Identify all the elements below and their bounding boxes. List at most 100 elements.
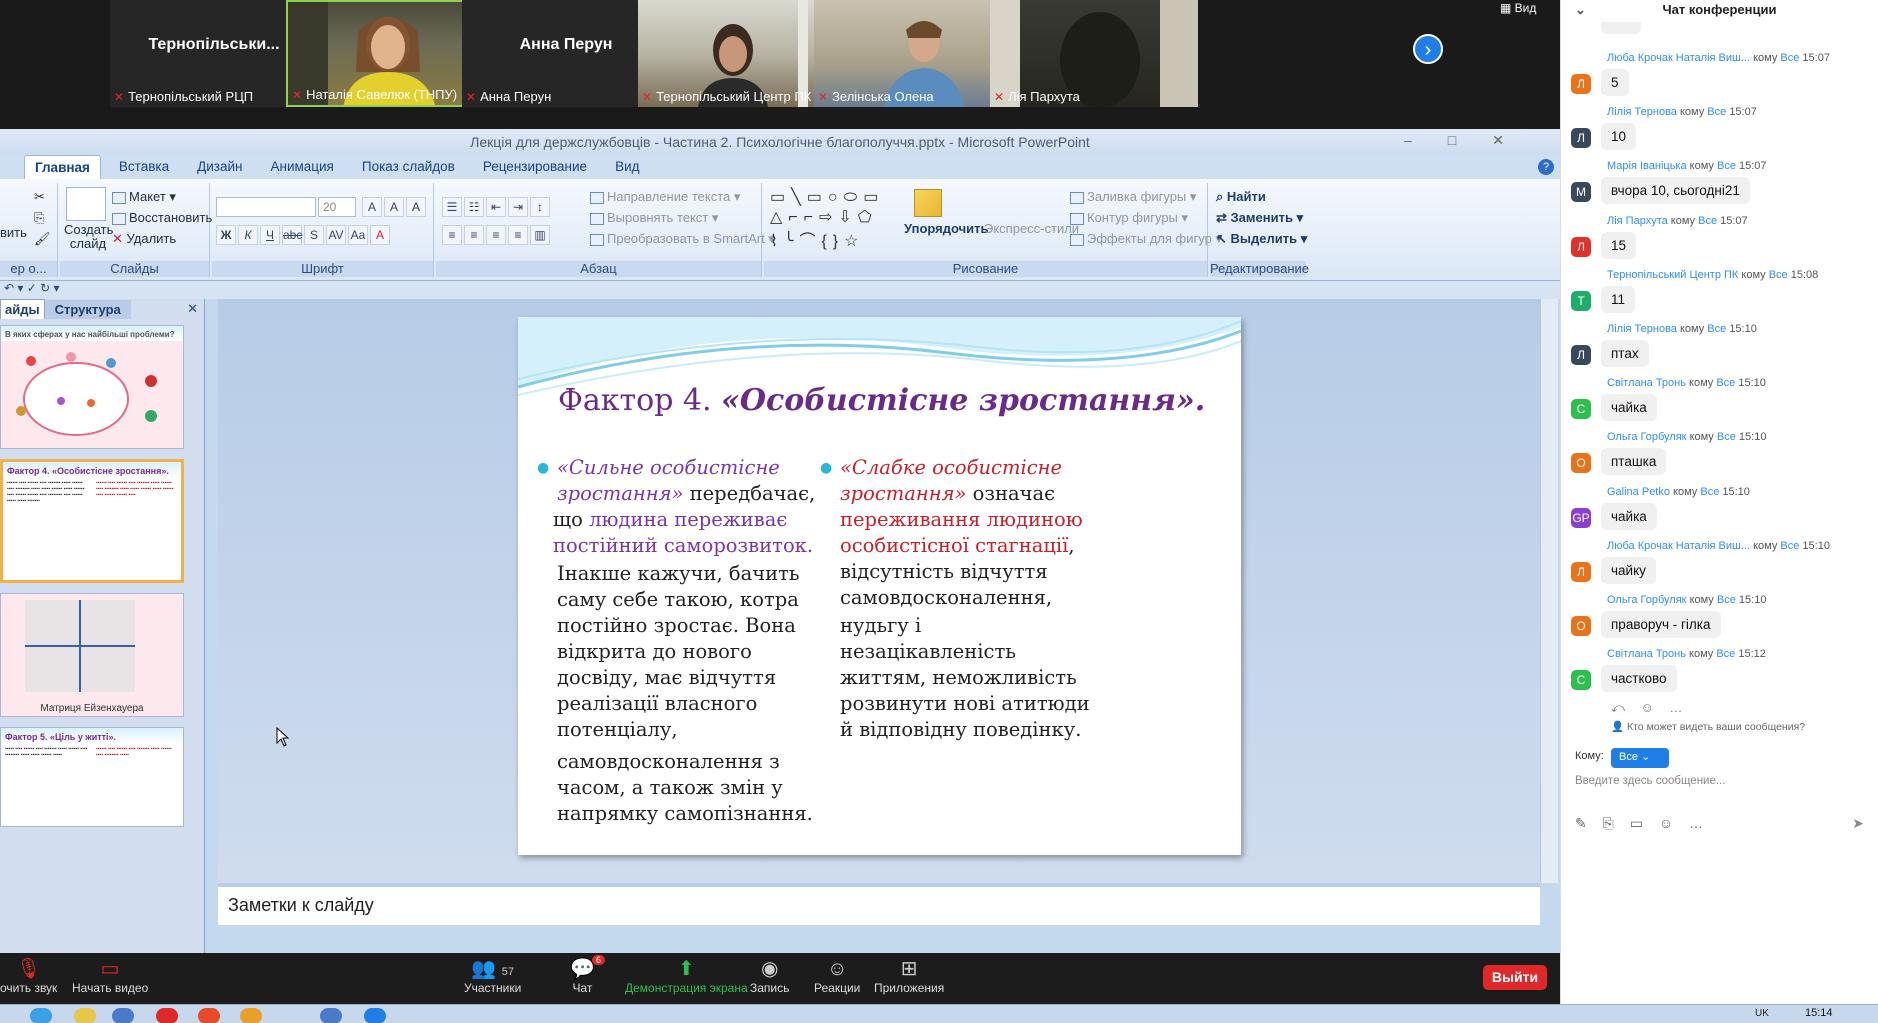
sender-name[interactable]: Ольга Горбуляк xyxy=(1607,431,1687,443)
vertical-scrollbar[interactable] xyxy=(1540,299,1558,883)
zoom-icon[interactable] xyxy=(364,1008,386,1023)
chat-input[interactable]: Введите здесь сообщение... xyxy=(1575,775,1725,787)
notes-pane[interactable]: Заметки к слайду xyxy=(218,883,1540,925)
shape-fill-button[interactable]: Заливка фигуры ▾ xyxy=(1070,189,1196,205)
share-screen-button[interactable]: ⬆ Демонстрация экрана xyxy=(625,957,748,995)
language-indicator[interactable]: UK xyxy=(1755,1008,1769,1019)
sender-name[interactable]: Ольга Горбуляк xyxy=(1607,594,1687,606)
record-button[interactable]: ◉ Запись xyxy=(750,957,789,995)
copy-icon[interactable]: ⎘ xyxy=(34,210,44,226)
recipient-select[interactable]: Все ⌄ xyxy=(1611,748,1669,768)
new-slide-icon[interactable] xyxy=(66,187,106,221)
right-b-highlight: переживання людиною особистісної стагнац… xyxy=(840,508,1083,557)
participants-button[interactable]: 👥 57 Участники xyxy=(464,957,521,995)
start-video-button[interactable]: ▭ Начать видео xyxy=(72,957,148,995)
slide-thumbnail[interactable]: Фактор 5. «Ціль у житті». ▪▪▪▪▪ ▪▪▪▪ ▪▪▪… xyxy=(0,727,184,827)
sender-name[interactable]: Люба Крочак Наталія Виш... xyxy=(1607,540,1750,552)
tab-slides[interactable]: айды xyxy=(0,299,45,319)
paste-label[interactable]: вить xyxy=(0,225,27,240)
find-button[interactable]: ⌕ Найти xyxy=(1216,189,1266,205)
sender-name[interactable]: Тернопільський Центр ПК xyxy=(1607,269,1738,281)
sender-name[interactable]: Galina Petko xyxy=(1607,486,1670,498)
list-buttons[interactable]: ☰ ☷ ⇤ ⇥ ↕ xyxy=(442,197,550,217)
chevron-down-icon[interactable]: ⌄ xyxy=(1575,0,1586,20)
tab-home[interactable]: Главная xyxy=(24,155,101,179)
slide-editor[interactable]: Фактор 4. «Особистісне зростання». ● «Си… xyxy=(218,299,1542,883)
sender-name[interactable]: Світлана Тронь xyxy=(1607,648,1686,660)
tab-design[interactable]: Дизайн xyxy=(187,155,252,179)
send-icon[interactable]: ➤ xyxy=(1852,815,1864,832)
font-size-input[interactable]: 20 xyxy=(318,197,356,217)
slide[interactable]: Фактор 4. «Особистісне зростання». ● «Си… xyxy=(518,317,1241,855)
window-controls[interactable]: –□✕ xyxy=(1404,132,1540,149)
arrange-icon[interactable] xyxy=(914,189,942,217)
start-icon[interactable] xyxy=(30,1008,52,1023)
tab-animation[interactable]: Анимация xyxy=(260,155,343,179)
new-slide-button[interactable]: Создать слайд xyxy=(64,223,113,251)
sender-name[interactable]: Лілія Тернова xyxy=(1607,106,1677,118)
tab-view[interactable]: Вид xyxy=(605,155,649,179)
layout-label: Макет xyxy=(129,189,166,204)
view-button[interactable]: ▦ Вид xyxy=(1500,1,1536,15)
sender-name[interactable]: Світлана Тронь xyxy=(1607,377,1686,389)
apps-button[interactable]: ⊞ Приложения xyxy=(874,957,944,995)
chat-header: ⌄ Чат конференции xyxy=(1561,0,1878,22)
recipient: Все xyxy=(1700,485,1720,498)
arrange-button[interactable]: Упорядочить xyxy=(904,221,989,236)
help-icon[interactable]: ? xyxy=(1538,159,1554,175)
chat-tools[interactable]: ✎ ⎘ ▭ ☺ … xyxy=(1575,815,1709,832)
leave-button[interactable]: Выйти xyxy=(1483,965,1547,990)
message-actions[interactable]: ⤺ ☺ … xyxy=(1611,700,1688,716)
who-can-see-link[interactable]: 👤 Кто может видеть ваши сообщения? xyxy=(1611,720,1805,733)
tab-review[interactable]: Рецензирование xyxy=(473,155,597,179)
recipient: Все xyxy=(1716,648,1736,661)
explorer-icon[interactable] xyxy=(74,1008,96,1023)
tab-insert[interactable]: Вставка xyxy=(109,155,179,179)
app-icon[interactable] xyxy=(240,1008,262,1023)
slide-thumbnail-selected[interactable]: Фактор 4. «Особистісне зростання». ▪▪▪▪▪… xyxy=(0,459,184,583)
quick-access-toolbar[interactable]: ↶ ▾ ✓ ↻ ▾ xyxy=(0,281,1560,299)
delete-button[interactable]: ✕ Удалить xyxy=(112,231,176,247)
align-buttons[interactable]: ≡ ≡ ≡ ≡ ▥ xyxy=(442,225,550,245)
layout-button[interactable]: Макет ▾ xyxy=(112,189,176,205)
sender-name[interactable]: Лілія Тернова xyxy=(1607,323,1677,335)
shapes-gallery[interactable]: ▭╲▭○⬭▭ △⌐⌐⇨⇩⬠ ⌇╰⌒{}☆ xyxy=(770,187,884,251)
close-pane-icon[interactable]: ✕ xyxy=(187,301,198,317)
opera-icon[interactable] xyxy=(156,1008,178,1023)
word-icon[interactable] xyxy=(320,1008,342,1023)
tab-slideshow[interactable]: Показ слайдов xyxy=(352,155,465,179)
align-text-button[interactable]: Выровнять текст ▾ xyxy=(590,210,718,226)
shape-outline-button[interactable]: Контур фигуры ▾ xyxy=(1070,210,1188,226)
recipient: Все xyxy=(1707,106,1727,119)
pane-tabs: айды Структура xyxy=(0,299,204,319)
reactions-button[interactable]: ☺ Реакции xyxy=(814,957,860,995)
group-label: Рисование xyxy=(764,261,1207,277)
select-button[interactable]: ↖ Выделить ▾ xyxy=(1216,231,1307,247)
sender-name[interactable]: Люба Крочак Наталія Виш... xyxy=(1607,52,1750,64)
next-page-button[interactable]: › xyxy=(1413,34,1443,64)
chrome-icon[interactable] xyxy=(198,1008,220,1023)
chat-title: Чат конференции xyxy=(1662,2,1777,17)
sender-name[interactable]: Лія Пархута xyxy=(1607,215,1668,227)
reset-button[interactable]: Восстановить xyxy=(112,210,212,225)
font-name-input[interactable] xyxy=(216,197,316,217)
format-painter-icon[interactable]: 🖌 xyxy=(34,231,51,247)
text-direction-button[interactable]: Направление текста ▾ xyxy=(590,189,740,205)
unmute-button[interactable]: 🎙 очить звук xyxy=(0,957,57,995)
powerpoint-window: Лекція для держслужбовців - Частина 2. П… xyxy=(0,129,1560,953)
font-style-buttons[interactable]: Ж К Чabc S AV Aa A xyxy=(216,225,390,245)
video-tile[interactable]: ✕ Лія Пархута xyxy=(990,0,1198,107)
slide-thumbnail[interactable]: В яких сферах у нас найбільші проблеми? xyxy=(0,325,184,449)
chat-button[interactable]: 💬 6 Чат xyxy=(570,955,606,995)
reactions-icon: ☺ xyxy=(826,958,848,980)
quick-styles-button[interactable]: Экспресс-стили xyxy=(984,221,1079,236)
font-grow-shrink[interactable]: AAA xyxy=(362,197,426,217)
tab-outline[interactable]: Структура xyxy=(44,300,131,319)
replace-button[interactable]: ⇄ Заменить ▾ xyxy=(1216,210,1303,226)
cut-icon[interactable]: ✂ xyxy=(34,189,45,205)
shape-effects-button[interactable]: Эффекты для фигур ▾ xyxy=(1070,231,1222,247)
app-icon[interactable] xyxy=(112,1008,134,1023)
smartart-button[interactable]: Преобразовать в SmartArt ▾ xyxy=(590,231,775,247)
slide-thumbnail[interactable]: Матриця Ейзенхауера xyxy=(0,593,184,717)
sender-name[interactable]: Марія Іваніцька xyxy=(1607,160,1687,172)
